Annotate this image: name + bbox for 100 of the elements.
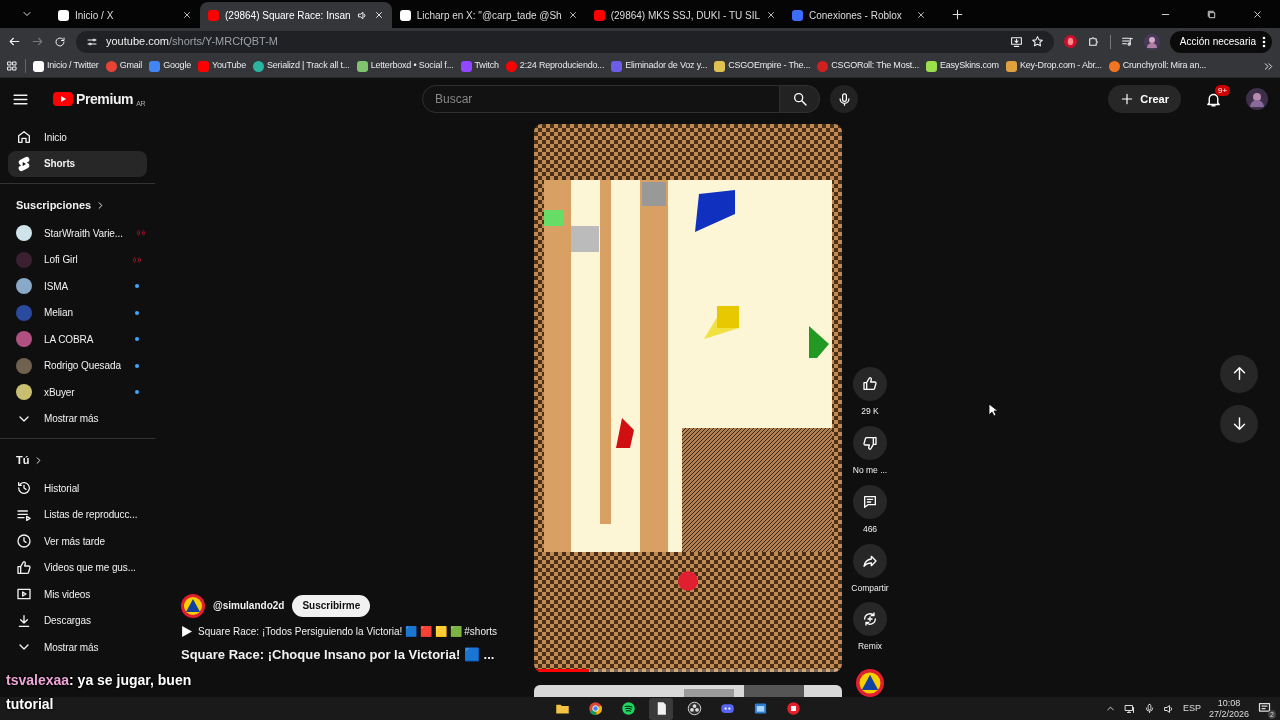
- browser-tab[interactable]: (29864) MKS SSJ, DUKI - TU SIL: [585, 2, 784, 28]
- taskbar-app[interactable]: [649, 697, 673, 720]
- progress-bar[interactable]: [534, 669, 842, 672]
- channel-avatar: [16, 225, 32, 242]
- subscription-item[interactable]: Lofi Girl: [8, 246, 147, 273]
- bookmark[interactable]: EasySkins.com: [925, 59, 999, 73]
- search-button[interactable]: [780, 85, 820, 113]
- comments-button[interactable]: [853, 484, 887, 519]
- bookmark[interactable]: 2:24 Reproduciendo...: [505, 59, 605, 73]
- subscription-item[interactable]: Rodrigo Quesada: [8, 352, 147, 379]
- you-heading[interactable]: Tú: [8, 445, 147, 475]
- controller-icon: [719, 701, 735, 716]
- sidebar-item[interactable]: Listas de reproducc...: [8, 501, 147, 528]
- apps-icon[interactable]: [6, 60, 18, 72]
- subscription-item[interactable]: xBuyer: [8, 379, 147, 406]
- close-icon[interactable]: [373, 10, 384, 20]
- thumbs-up-icon: [16, 559, 32, 576]
- sidebar-item[interactable]: Descargas: [8, 607, 147, 634]
- channel-avatar[interactable]: [856, 669, 884, 697]
- sidebar-item[interactable]: Videos que me gus...: [8, 554, 147, 581]
- subscription-item[interactable]: Melian: [8, 299, 147, 326]
- site-icon: [1108, 60, 1120, 72]
- clock[interactable]: 10:08 27/2/2026: [1208, 697, 1249, 720]
- channel-avatar: [16, 331, 32, 348]
- subscription-item[interactable]: ISMA: [8, 273, 147, 300]
- play-icon[interactable]: [181, 625, 192, 637]
- star-icon[interactable]: [1030, 35, 1044, 48]
- sidebar-item[interactable]: Ver más tarde: [8, 528, 147, 555]
- subscriptions-heading[interactable]: Suscripciones: [8, 190, 147, 220]
- bookmark[interactable]: Eliminador de Voz y...: [611, 59, 708, 73]
- create-button[interactable]: Crear: [1108, 85, 1181, 113]
- profile-avatar[interactable]: [1143, 33, 1160, 50]
- show-more-item[interactable]: Mostrar más: [8, 634, 147, 661]
- channel-avatar[interactable]: [181, 593, 205, 618]
- close-icon[interactable]: [766, 10, 776, 20]
- bookmark[interactable]: Crunchyroll: Mira an...: [1108, 59, 1207, 73]
- site-icon: [593, 9, 605, 21]
- bookmark[interactable]: Serializd | Track all t...: [252, 59, 350, 73]
- profile-button[interactable]: Acción necesaria: [1169, 30, 1272, 53]
- media-icon[interactable]: [1120, 35, 1134, 48]
- bookmark[interactable]: Twitch: [460, 59, 499, 73]
- more-bookmarks-icon[interactable]: [1263, 60, 1274, 72]
- plus-icon: [950, 7, 964, 21]
- bookmark[interactable]: Google: [149, 59, 191, 73]
- bookmark[interactable]: YouTube: [198, 59, 246, 73]
- sidebar-item[interactable]: Historial: [8, 475, 147, 502]
- channel-name[interactable]: @simulando2d: [213, 598, 285, 613]
- channel-avatar: [16, 384, 32, 401]
- site-icon: [356, 60, 368, 72]
- sidebar-item[interactable]: Shorts: [8, 150, 147, 177]
- account-avatar[interactable]: [1246, 88, 1268, 110]
- next-button[interactable]: [1220, 404, 1258, 443]
- close-icon[interactable]: [916, 10, 926, 20]
- forward-icon[interactable]: [31, 35, 44, 48]
- close-icon[interactable]: [567, 10, 578, 20]
- more-icon: [1262, 35, 1266, 48]
- bookmark[interactable]: CSGORoll: The Most...: [817, 59, 919, 73]
- site-icon: [399, 9, 411, 21]
- bookmark[interactable]: Gmail: [105, 59, 143, 73]
- subscription-item[interactable]: LA COBRA: [8, 326, 147, 353]
- install-icon[interactable]: [1009, 35, 1023, 48]
- app-icon: [785, 701, 801, 716]
- site-icon: [208, 9, 219, 21]
- browser-tab[interactable]: (29864) Square Race: Insan: [200, 2, 392, 28]
- search-field[interactable]: Buscar: [422, 85, 780, 113]
- mic-icon[interactable]: [1143, 703, 1155, 714]
- bookmark[interactable]: Letterboxd • Social f...: [356, 59, 454, 73]
- bookmark[interactable]: Inicio / Twitter: [33, 59, 99, 73]
- sidebar-item[interactable]: Mis videos: [8, 581, 147, 608]
- browser-tab[interactable]: Conexiones - Roblox: [784, 2, 934, 28]
- bookmark[interactable]: Key-Drop.com - Abr...: [1005, 59, 1102, 73]
- action-label: 466: [862, 522, 878, 536]
- notification-badge: 9+: [1215, 84, 1231, 96]
- puzzle-icon[interactable]: [1086, 35, 1100, 48]
- address-bar[interactable]: youtube.com/shorts/Y-MRCfQBT-M: [76, 30, 1054, 53]
- bookmark[interactable]: CSGOEmpire - The...: [714, 59, 811, 73]
- remix-button[interactable]: [853, 602, 887, 637]
- language-indicator[interactable]: ESP: [1182, 701, 1201, 716]
- network-icon[interactable]: [1123, 702, 1136, 715]
- show-more-item[interactable]: Mostrar más: [8, 405, 147, 432]
- subscribe-button[interactable]: Suscribirme: [292, 594, 371, 617]
- subscription-item[interactable]: StarWraith Varie...: [8, 220, 147, 247]
- voice-search-button[interactable]: [830, 85, 858, 113]
- previous-button[interactable]: [1220, 354, 1258, 393]
- extension-icon[interactable]: [1063, 35, 1077, 48]
- playlist-link[interactable]: Square Race: ¡Todos Persiguiendo la Victoria! 🟦 🟥 🟨 🟩 #shorts: [198, 623, 498, 639]
- close-icon[interactable]: [182, 10, 192, 20]
- history-icon: [16, 480, 32, 497]
- sidebar-item[interactable]: Inicio: [8, 124, 147, 151]
- share-button[interactable]: [853, 543, 887, 578]
- site-icon: [925, 60, 937, 72]
- browser-tab[interactable]: Inicio / X: [50, 2, 200, 28]
- dislike-button[interactable]: [853, 426, 887, 460]
- like-button[interactable]: [853, 367, 887, 402]
- browser-tab[interactable]: Licharp en X: "@carp_tade @Sh: [391, 2, 586, 28]
- volume-icon[interactable]: [1162, 702, 1175, 715]
- download-icon: [16, 612, 32, 629]
- reload-icon[interactable]: [54, 35, 66, 48]
- back-icon[interactable]: [8, 35, 21, 48]
- speaker-icon[interactable]: [356, 9, 368, 21]
